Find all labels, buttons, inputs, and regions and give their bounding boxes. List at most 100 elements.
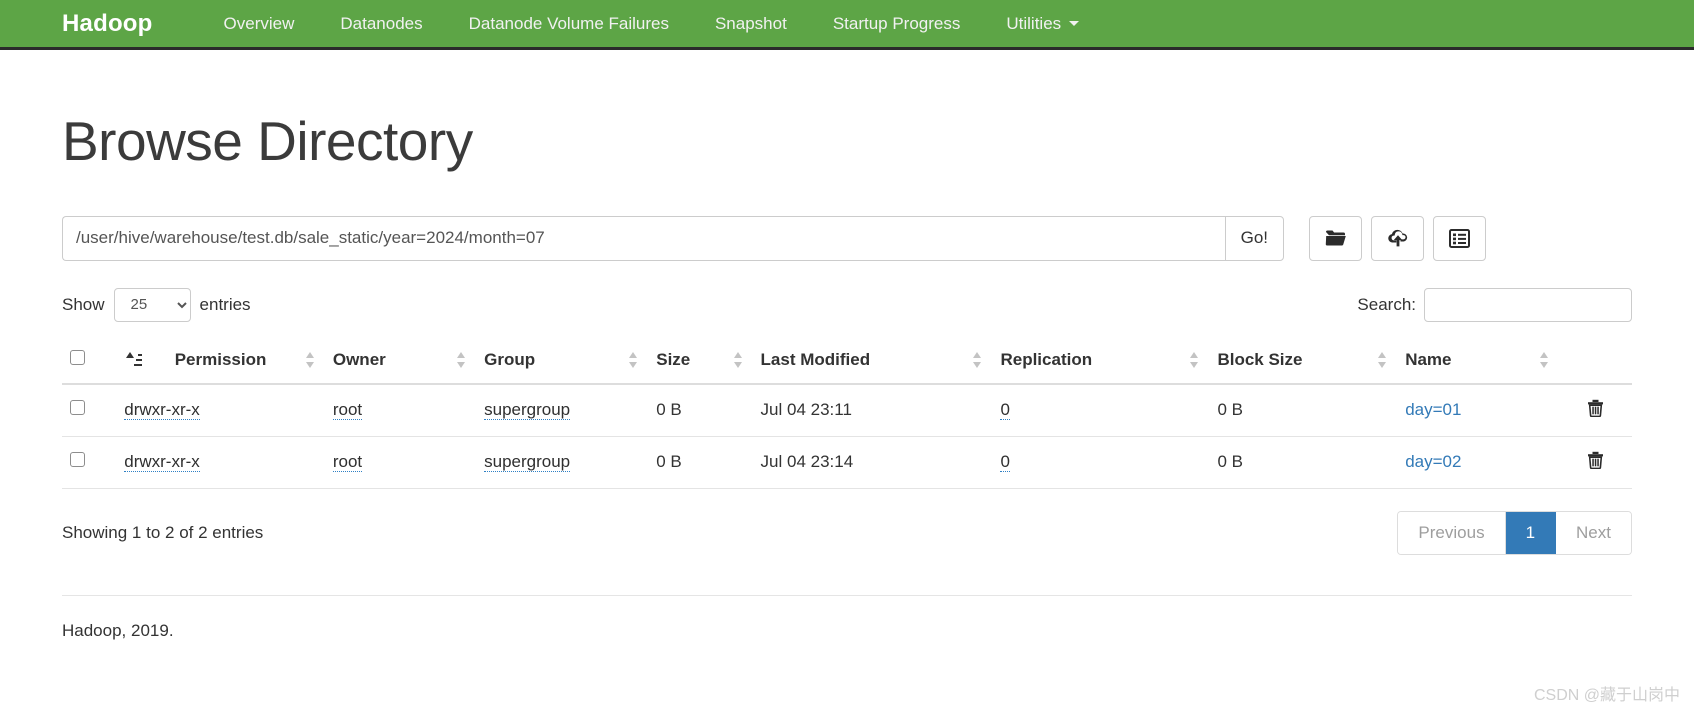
cell-last-modified: Jul 04 23:14 — [752, 436, 993, 489]
cell-size: 0 B — [648, 436, 753, 489]
datatable-controls: Show 25 50 100 entries Search: — [62, 287, 1632, 322]
cell-size: 0 B — [648, 383, 753, 437]
sort-both-icon — [627, 351, 640, 369]
page-footer: Hadoop, 2019. — [62, 620, 174, 640]
cell-group: supergroup — [476, 436, 649, 489]
main-navbar: Hadoop Overview Datanodes Datanode Volum… — [0, 0, 1694, 50]
th-permission[interactable]: Permission — [116, 339, 325, 385]
delete-row-button[interactable] — [1587, 451, 1604, 469]
delete-row-button[interactable] — [1587, 399, 1604, 417]
directory-path-input[interactable] — [62, 215, 1225, 261]
cell-delete — [1558, 383, 1632, 437]
sort-both-icon — [455, 351, 468, 369]
entries-label: entries — [199, 294, 251, 314]
replication-link[interactable]: 0 — [1000, 400, 1010, 421]
file-browser-table: Permission Owner Group Size Last Modifie… — [62, 339, 1632, 489]
cell-name: day=01 — [1397, 383, 1559, 437]
nav-item-startup-progress[interactable]: Startup Progress — [810, 0, 984, 47]
th-size[interactable]: Size — [648, 339, 753, 385]
nav-item-snapshot[interactable]: Snapshot — [692, 0, 810, 47]
cell-name: day=02 — [1397, 436, 1559, 489]
search-input[interactable] — [1424, 287, 1632, 322]
brand-hadoop[interactable]: Hadoop — [62, 10, 153, 38]
cloud-upload-icon — [1387, 229, 1409, 248]
sort-both-icon — [1376, 351, 1389, 369]
path-bar-row: Go! — [62, 215, 1632, 261]
th-replication[interactable]: Replication — [992, 339, 1210, 385]
permission-link[interactable]: drwxr-xr-x — [124, 452, 200, 473]
cell-group: supergroup — [476, 383, 649, 437]
table-header-row: Permission Owner Group Size Last Modifie… — [62, 339, 1632, 385]
sort-both-icon — [971, 351, 984, 369]
table-row: drwxr-xr-x root supergroup 0 B Jul 04 23… — [62, 383, 1632, 437]
snapshot-button[interactable] — [1433, 215, 1486, 261]
cell-owner: root — [324, 436, 477, 489]
sort-both-icon — [304, 351, 317, 369]
nav-item-overview[interactable]: Overview — [201, 0, 318, 47]
pagination: Previous 1 Next — [1397, 510, 1632, 555]
search-label: Search: — [1357, 294, 1416, 314]
cell-delete — [1558, 436, 1632, 489]
path-action-buttons — [1309, 215, 1486, 261]
sort-both-icon — [732, 351, 745, 369]
th-label: Group — [484, 349, 536, 369]
sort-both-icon — [1538, 351, 1551, 369]
show-label: Show — [62, 294, 105, 314]
th-block-size[interactable]: Block Size — [1209, 339, 1398, 385]
datatable-info: Showing 1 to 2 of 2 entries — [62, 522, 264, 542]
sort-asc-icon — [124, 351, 143, 369]
nav-item-label: Overview — [223, 13, 295, 33]
nav-item-datanode-volume-failures[interactable]: Datanode Volume Failures — [446, 0, 692, 47]
row-select-cell[interactable] — [62, 383, 117, 437]
nav-item-label: Snapshot — [714, 13, 787, 33]
cell-permission: drwxr-xr-x — [116, 436, 325, 489]
pagination-next[interactable]: Next — [1556, 511, 1631, 554]
th-owner[interactable]: Owner — [324, 339, 477, 385]
cell-replication: 0 — [992, 436, 1210, 489]
cell-owner: root — [324, 383, 477, 437]
th-label: Replication — [1000, 349, 1093, 369]
th-last-modified[interactable]: Last Modified — [752, 339, 993, 385]
search-control: Search: — [1357, 287, 1632, 322]
th-name[interactable]: Name — [1397, 339, 1559, 385]
datatable-footer: Showing 1 to 2 of 2 entries Previous 1 N… — [62, 510, 1632, 555]
sort-both-icon — [1188, 351, 1201, 369]
cell-block-size: 0 B — [1209, 436, 1398, 489]
cell-permission: drwxr-xr-x — [116, 383, 325, 437]
group-link[interactable]: supergroup — [484, 452, 571, 473]
th-actions — [1558, 339, 1632, 385]
nav-item-datanodes[interactable]: Datanodes — [317, 0, 445, 47]
nav-item-utilities[interactable]: Utilities — [983, 0, 1102, 47]
trash-icon — [1587, 451, 1604, 472]
page-length-select[interactable]: 25 50 100 — [113, 287, 191, 322]
row-select-cell[interactable] — [62, 436, 117, 489]
th-select-all[interactable] — [62, 339, 117, 385]
chevron-down-icon — [1069, 21, 1080, 26]
replication-link[interactable]: 0 — [1000, 452, 1010, 473]
file-name-link[interactable]: day=01 — [1405, 400, 1461, 419]
row-checkbox[interactable] — [70, 452, 85, 468]
permission-link[interactable]: drwxr-xr-x — [124, 400, 200, 421]
th-group[interactable]: Group — [476, 339, 649, 385]
create-directory-button[interactable] — [1309, 215, 1362, 261]
file-name-link[interactable]: day=02 — [1405, 452, 1461, 471]
list-alt-icon — [1449, 228, 1470, 248]
th-label: Owner — [332, 349, 386, 369]
owner-link[interactable]: root — [332, 400, 363, 421]
th-label: Block Size — [1217, 349, 1303, 369]
cell-replication: 0 — [992, 383, 1210, 437]
go-button[interactable]: Go! — [1224, 215, 1284, 261]
nav-items: Overview Datanodes Datanode Volume Failu… — [201, 0, 1103, 47]
page-length-control: Show 25 50 100 entries — [62, 287, 251, 322]
row-checkbox[interactable] — [70, 400, 85, 416]
owner-link[interactable]: root — [332, 452, 363, 473]
th-label: Last Modified — [760, 349, 871, 369]
upload-files-button[interactable] — [1371, 215, 1424, 261]
trash-icon — [1587, 399, 1604, 420]
nav-item-label: Utilities — [1006, 13, 1062, 33]
pagination-previous[interactable]: Previous — [1398, 511, 1506, 554]
select-all-checkbox[interactable] — [70, 349, 85, 365]
pagination-page-1[interactable]: 1 — [1505, 511, 1557, 554]
group-link[interactable]: supergroup — [484, 400, 571, 421]
nav-item-label: Datanodes — [340, 13, 423, 33]
